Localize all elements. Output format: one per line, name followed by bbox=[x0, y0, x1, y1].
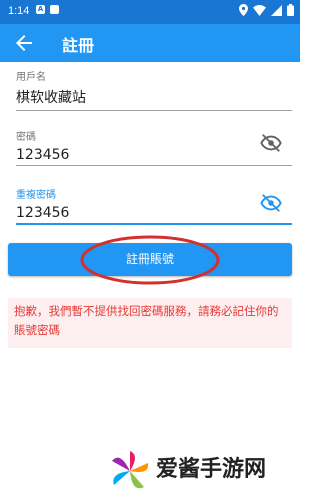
confirm-password-field[interactable]: 重複密碼 123456 bbox=[16, 186, 292, 228]
back-arrow-icon[interactable] bbox=[12, 31, 36, 55]
wifi-icon bbox=[253, 4, 266, 16]
pinwheel-logo-icon bbox=[112, 451, 149, 489]
visibility-toggle-icon[interactable] bbox=[260, 132, 282, 154]
status-icons bbox=[239, 4, 294, 16]
username-field[interactable]: 用戶名 棋软收藏站 bbox=[16, 68, 292, 112]
warning-notice: 抱歉，我們暫不提供找回密碼服務，請務必記住你的賬號密碼 bbox=[8, 298, 292, 348]
page-title: 註冊 bbox=[62, 36, 95, 55]
notification-icon: A bbox=[36, 5, 45, 14]
username-underline bbox=[16, 110, 292, 111]
watermark-text: 爱酱手游网 bbox=[156, 457, 267, 482]
password-label: 密碼 bbox=[16, 132, 36, 143]
location-icon bbox=[239, 4, 248, 16]
confirm-password-input[interactable]: 123456 bbox=[16, 205, 292, 221]
password-input[interactable]: 123456 bbox=[16, 147, 292, 163]
password-field[interactable]: 密碼 123456 bbox=[16, 128, 292, 168]
app-bar: 註冊 bbox=[0, 24, 300, 62]
visibility-toggle-active-icon[interactable] bbox=[260, 192, 282, 214]
confirm-password-underline bbox=[16, 223, 292, 225]
status-bar: 1:14 A bbox=[0, 0, 300, 24]
password-underline bbox=[16, 165, 292, 166]
highlight-ellipse bbox=[80, 235, 220, 285]
notification-square-icon bbox=[50, 5, 59, 14]
status-time: 1:14 bbox=[8, 5, 30, 17]
signal-icon bbox=[271, 4, 282, 16]
watermark: 爱酱手游网 bbox=[96, 445, 300, 500]
username-label: 用戶名 bbox=[16, 72, 46, 83]
battery-icon bbox=[287, 4, 294, 16]
confirm-password-label: 重複密碼 bbox=[16, 190, 56, 201]
username-input[interactable]: 棋软收藏站 bbox=[16, 87, 292, 107]
